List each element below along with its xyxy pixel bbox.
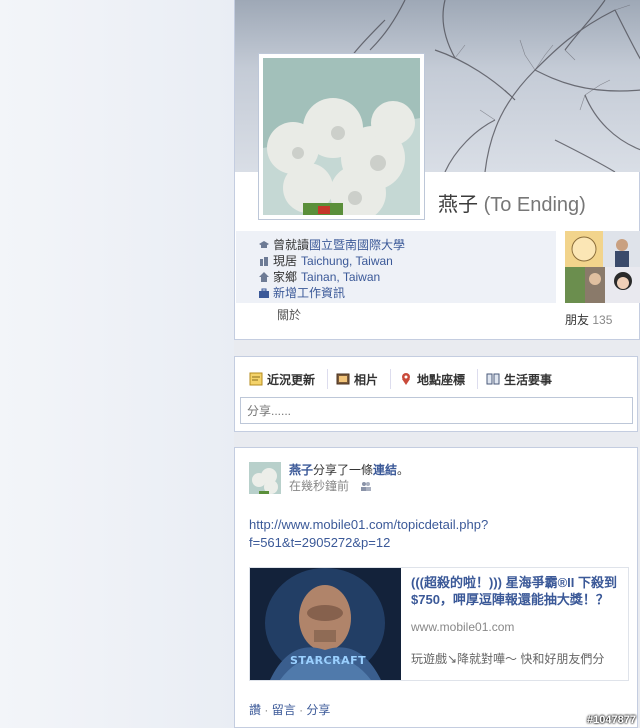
tab-place-label: 地點座標 <box>417 372 466 387</box>
photo-icon <box>336 372 350 386</box>
composer: 近況更新 相片 地點座標 生活要事 <box>234 356 638 432</box>
tab-life-event[interactable]: 生活要事 <box>486 369 564 389</box>
post-timestamp[interactable]: 在幾秒鐘前 <box>289 479 349 493</box>
share-input[interactable] <box>240 397 633 424</box>
attachment-domain: www.mobile01.com <box>411 620 515 634</box>
story-post: 燕子分享了一條連結。 在幾秒鐘前 http://www.mobile01.com… <box>234 447 638 728</box>
action-separator: · <box>299 703 304 717</box>
info-studied: 曾就讀 國立暨南國際大學 <box>259 237 405 253</box>
current-city-link[interactable]: Taichung, Taiwan <box>301 253 393 269</box>
left-background <box>0 0 234 728</box>
post-action-text: 分享了一條 <box>313 463 374 477</box>
info-add-work: 新增工作資訊 <box>259 285 405 301</box>
attachment-thumbnail[interactable]: STARCRAFT <box>250 568 401 680</box>
tab-status[interactable]: 近況更新 <box>249 369 329 389</box>
tab-life-event-label: 生活要事 <box>504 372 553 387</box>
profile-name-alternate: (To Ending) <box>483 194 586 216</box>
briefcase-icon <box>259 288 269 298</box>
action-separator: · <box>264 703 269 717</box>
post-url-line-2: f=561&t=2905272&p=12 <box>249 535 391 550</box>
hometown-link[interactable]: Tainan, Taiwan <box>301 269 380 285</box>
info-hometown: 家鄉 Tainan, Taiwan <box>259 269 405 285</box>
composer-tabs: 近況更新 相片 地點座標 生活要事 <box>235 357 637 401</box>
profile-info-list: 曾就讀 國立暨南國際大學 現居 Taichung, Taiwan 家鄉 Taina… <box>259 237 405 301</box>
post-author-avatar[interactable] <box>249 462 281 494</box>
link-attachment[interactable]: STARCRAFT (((超殺的啦！))) 星海爭霸®II 下殺到$750，呷厚… <box>249 567 629 681</box>
profile-name: 燕子 (To Ending) <box>438 188 586 217</box>
post-action-link[interactable]: 連結 <box>373 463 397 477</box>
friends-label-text: 朋友 <box>565 313 590 327</box>
post-action-end: 。 <box>397 463 410 477</box>
info-lives: 現居 Taichung, Taiwan <box>259 253 405 269</box>
place-icon <box>399 372 413 386</box>
city-icon <box>259 256 269 266</box>
post-author-link[interactable]: 燕子 <box>289 463 313 477</box>
friends-collage <box>565 231 640 303</box>
timeline: 燕子 (To Ending) 曾就讀 國立暨南國際大學 現居 Taichung, … <box>234 0 640 728</box>
info-lives-prefix: 現居 <box>273 254 298 268</box>
school-link[interactable]: 國立暨南國際大學 <box>309 237 405 253</box>
like-link[interactable]: 讚 <box>249 703 261 717</box>
graduation-cap-icon <box>259 240 269 250</box>
bear-flowers-image <box>263 58 420 215</box>
post-actions: 讚 · 留言 · 分享 <box>249 701 330 718</box>
watermark: #1047877 <box>587 714 636 726</box>
tab-status-label: 近況更新 <box>267 372 316 387</box>
tab-photo[interactable]: 相片 <box>336 369 392 389</box>
home-icon <box>259 272 269 282</box>
post-url-line-1: http://www.mobile01.com/topicdetail.php? <box>249 517 489 532</box>
avatar-thumbnail <box>249 462 281 494</box>
info-hometown-prefix: 家鄉 <box>273 270 298 284</box>
life-event-icon <box>486 372 500 386</box>
profile-picture-image <box>263 58 420 215</box>
profile-card: 燕子 (To Ending) 曾就讀 國立暨南國際大學 現居 Taichung, … <box>234 0 640 340</box>
friends-thumbnail[interactable] <box>565 231 640 303</box>
post-url-text[interactable]: http://www.mobile01.com/topicdetail.php?… <box>249 516 539 552</box>
friends-link[interactable]: 朋友 135 <box>565 311 612 328</box>
post-time-row: 在幾秒鐘前 <box>289 478 409 495</box>
profile-picture[interactable] <box>258 53 425 220</box>
post-headline: 燕子分享了一條連結。 <box>289 462 409 478</box>
share-link[interactable]: 分享 <box>306 703 330 717</box>
tab-photo-label: 相片 <box>354 372 379 387</box>
add-work-link[interactable]: 新增工作資訊 <box>273 285 345 301</box>
profile-name-primary: 燕子 <box>438 194 478 216</box>
attachment-title[interactable]: (((超殺的啦！))) 星海爭霸®II 下殺到$750，呷厚逗陣報還能抽大獎！？ <box>411 574 623 608</box>
attachment-description: 玩遊戲↘降就對嘩～ 快和好朋友們分 <box>411 652 605 666</box>
attachment-logo-text: STARCRAFT <box>290 654 367 667</box>
friends-count: 135 <box>592 313 613 327</box>
friends-audience-icon[interactable] <box>360 479 372 495</box>
info-studied-prefix: 曾就讀 <box>273 238 310 252</box>
about-link[interactable]: 關於 <box>277 306 301 323</box>
status-icon <box>249 372 263 386</box>
comment-link[interactable]: 留言 <box>272 703 296 717</box>
tab-place[interactable]: 地點座標 <box>399 369 479 389</box>
post-header: 燕子分享了一條連結。 在幾秒鐘前 <box>289 462 409 495</box>
